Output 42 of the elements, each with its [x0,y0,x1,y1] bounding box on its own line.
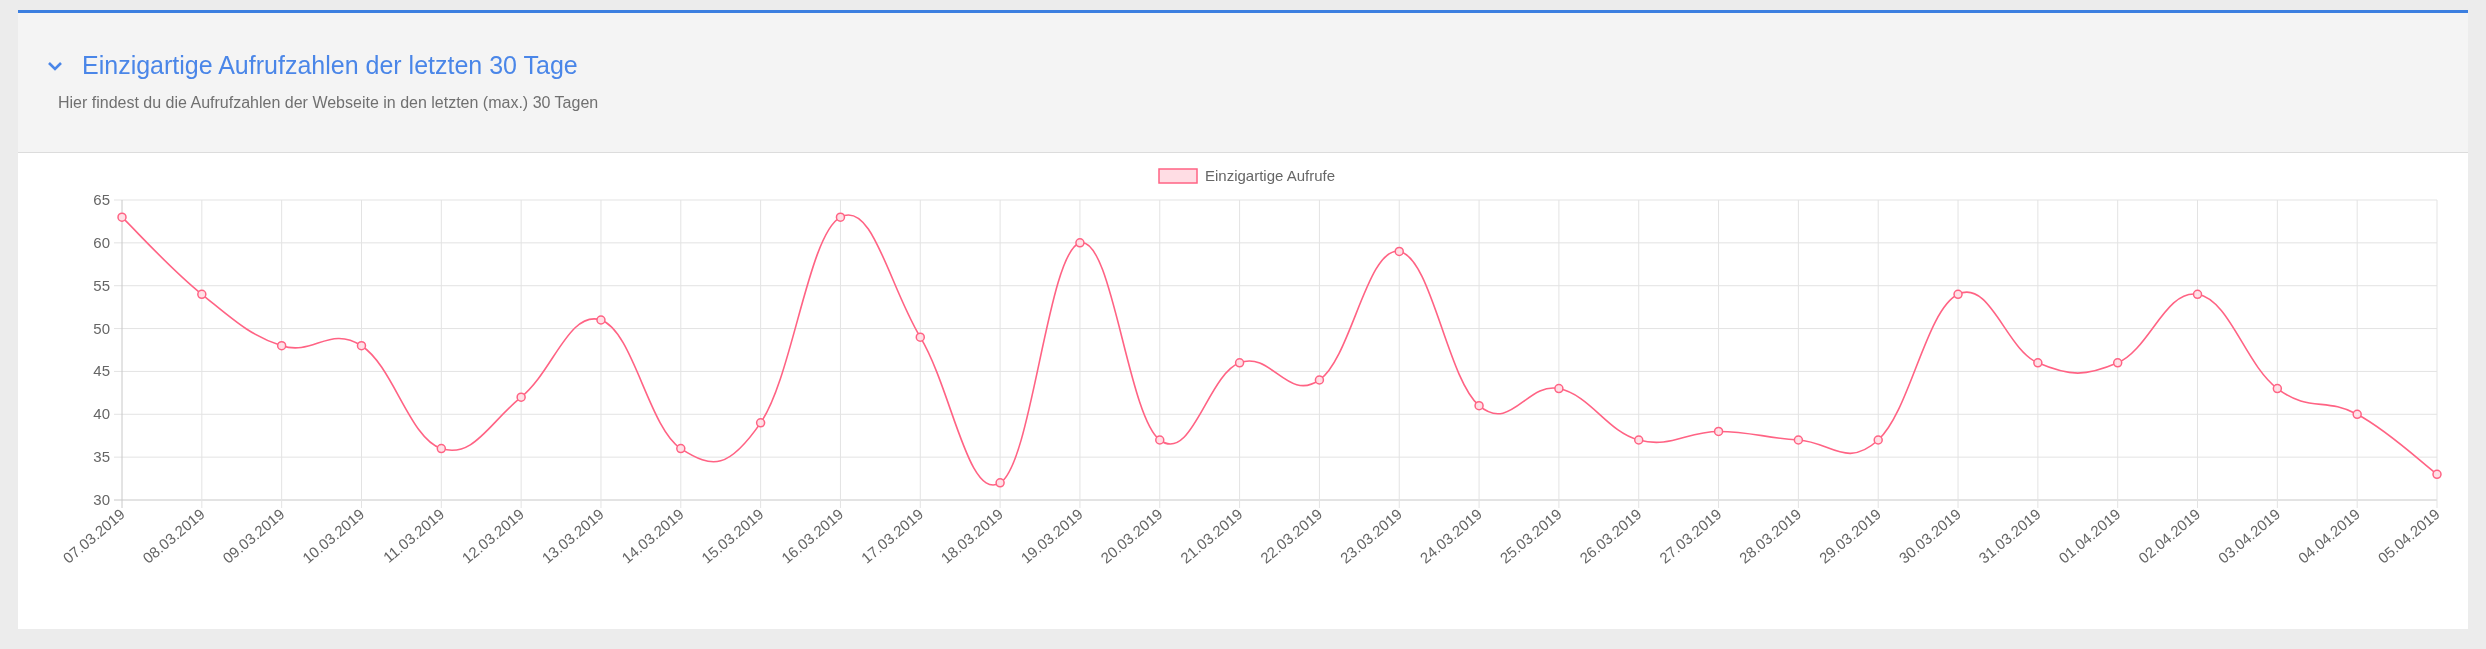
data-point [1873,435,1883,445]
data-point [2033,358,2043,368]
legend-label: Einzigartige Aufrufe [1205,167,1336,184]
data-point [1713,426,1724,437]
data-point [1953,289,1963,300]
data-point [1234,358,1245,368]
data-point [1633,435,1644,445]
data-point [2112,358,2123,368]
data-point [1793,435,1804,445]
data-point [1554,383,1564,394]
panel-subtitle: Hier findest du die Aufrufzahlen der Webseite in den letzten (max.) 30 Tagen [58,94,599,112]
data-point [835,212,846,222]
data-point [197,289,207,300]
y-tick-label: 65 [93,191,110,208]
data-point [276,340,287,351]
y-tick-label: 40 [93,405,110,423]
data-point [1155,435,1165,445]
data-point [2272,383,2283,394]
data-point [436,443,447,454]
data-point [995,478,1005,488]
data-point [1394,246,1404,257]
data-point [516,392,526,402]
y-tick-label: 45 [93,362,110,380]
data-point [2352,409,2362,420]
y-tick-label: 30 [93,491,110,508]
data-point [676,443,686,454]
data-point [915,332,926,342]
data-point [1474,400,1484,411]
legend-swatch[interactable] [1158,168,1198,184]
data-point [1314,375,1325,385]
y-tick-label: 55 [93,276,110,294]
y-tick-label: 60 [93,233,110,251]
data-point [356,340,367,351]
data-point [117,212,127,222]
y-tick-label: 35 [93,448,110,466]
data-point [1075,238,1085,248]
panel-title: Einzigartige Aufrufzahlen der letzten 30 Tage [82,51,578,80]
data-point [2432,469,2442,480]
y-tick-label: 50 [93,319,110,337]
data-point [596,315,606,325]
data-point [2192,289,2203,300]
data-point [755,418,766,428]
